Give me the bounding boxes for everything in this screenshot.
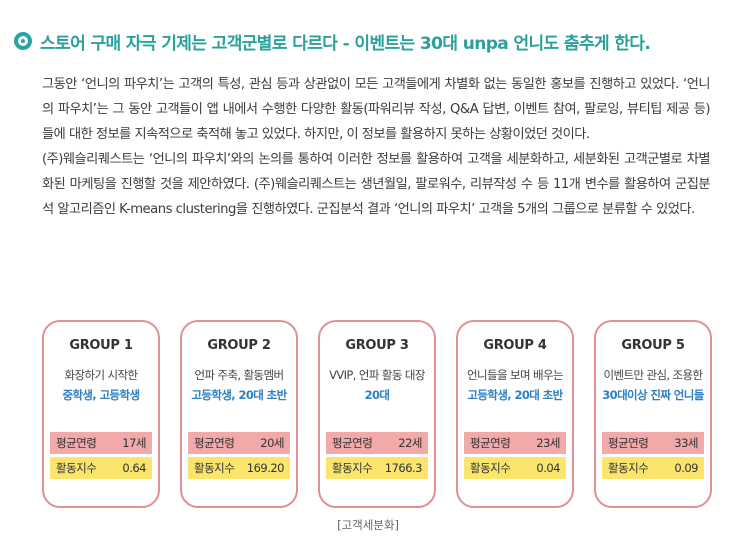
paragraph-2: (주)웨슬리퀘스트는 ‘언니의 파우치’와의 논의를 통하여 이러한 정보를 활… [42,152,711,217]
group-description: 화장하기 시작한 [64,368,139,382]
group-title: GROUP 3 [345,338,409,353]
activity-index-label: 활동지수 [332,461,373,475]
group-target: 고등학생, 20대 초반 [191,388,287,402]
section-heading: 스토어 구매 자극 기제는 고객군별로 다르다 - 이벤트는 30대 unpa … [14,28,651,54]
group-card-5: GROUP 5 이벤트만 관심, 조용한 30대이상 진짜 언니들 평균연령 3… [594,320,712,508]
activity-index-value: 169.20 [246,461,285,475]
activity-index-label: 활동지수 [470,461,511,475]
circle-bullet-icon [14,32,32,50]
group-title: GROUP 5 [621,338,685,353]
body-text: 그동안 ‘언니의 파우치’는 고객의 특성, 관심 등과 상관없이 모든 고객들… [42,72,711,222]
figure-caption: [고객세분화] [337,518,399,532]
activity-index-value: 0.09 [674,461,698,475]
average-age-label: 평균연령 [332,436,373,450]
group-target: 20대 [364,388,390,402]
average-age-label: 평균연령 [56,436,97,450]
average-age-row: 평균연령 33세 [602,432,704,454]
activity-index-row: 활동지수 169.20 [188,457,290,479]
group-description: VVIP, 언파 활동 대장 [329,368,425,382]
activity-index-row: 활동지수 0.64 [50,457,152,479]
group-target: 중학생, 고등학생 [62,388,140,402]
average-age-row: 평균연령 23세 [464,432,566,454]
average-age-value: 20세 [260,436,284,450]
activity-index-row: 활동지수 0.09 [602,457,704,479]
average-age-row: 평균연령 17세 [50,432,152,454]
group-description: 이벤트만 관심, 조용한 [603,368,704,382]
average-age-row: 평균연령 20세 [188,432,290,454]
group-card-1: GROUP 1 화장하기 시작한 중학생, 고등학생 평균연령 17세 활동지수… [42,320,160,508]
activity-index-label: 활동지수 [608,461,649,475]
activity-index-value: 1766.3 [384,461,423,475]
average-age-value: 33세 [674,436,698,450]
group-title: GROUP 1 [69,338,133,353]
heading-text: 스토어 구매 자극 기제는 고객군별로 다르다 - 이벤트는 30대 unpa … [40,33,651,54]
group-cards: GROUP 1 화장하기 시작한 중학생, 고등학생 평균연령 17세 활동지수… [42,320,712,510]
group-target: 고등학생, 20대 초반 [467,388,563,402]
average-age-value: 23세 [536,436,560,450]
activity-index-row: 활동지수 1766.3 [326,457,428,479]
activity-index-row: 활동지수 0.04 [464,457,566,479]
group-target: 30대이상 진짜 언니들 [602,388,704,402]
activity-index-value: 0.04 [536,461,560,475]
group-title: GROUP 4 [483,338,547,353]
average-age-row: 평균연령 22세 [326,432,428,454]
group-card-2: GROUP 2 언파 주축, 활동멤버 고등학생, 20대 초반 평균연령 20… [180,320,298,508]
average-age-value: 17세 [122,436,146,450]
group-title: GROUP 2 [207,338,271,353]
average-age-label: 평균연령 [194,436,235,450]
activity-index-label: 활동지수 [194,461,235,475]
activity-index-value: 0.64 [122,461,146,475]
paragraph-1: 그동안 ‘언니의 파우치’는 고객의 특성, 관심 등과 상관없이 모든 고객들… [42,77,711,142]
average-age-label: 평균연령 [608,436,649,450]
group-card-4: GROUP 4 언니들을 보며 배우는 고등학생, 20대 초반 평균연령 23… [456,320,574,508]
group-description: 언니들을 보며 배우는 [467,368,564,382]
group-card-3: GROUP 3 VVIP, 언파 활동 대장 20대 평균연령 22세 활동지수… [318,320,436,508]
average-age-label: 평균연령 [470,436,511,450]
group-description: 언파 주축, 활동멤버 [194,368,284,382]
average-age-value: 22세 [398,436,422,450]
activity-index-label: 활동지수 [56,461,97,475]
